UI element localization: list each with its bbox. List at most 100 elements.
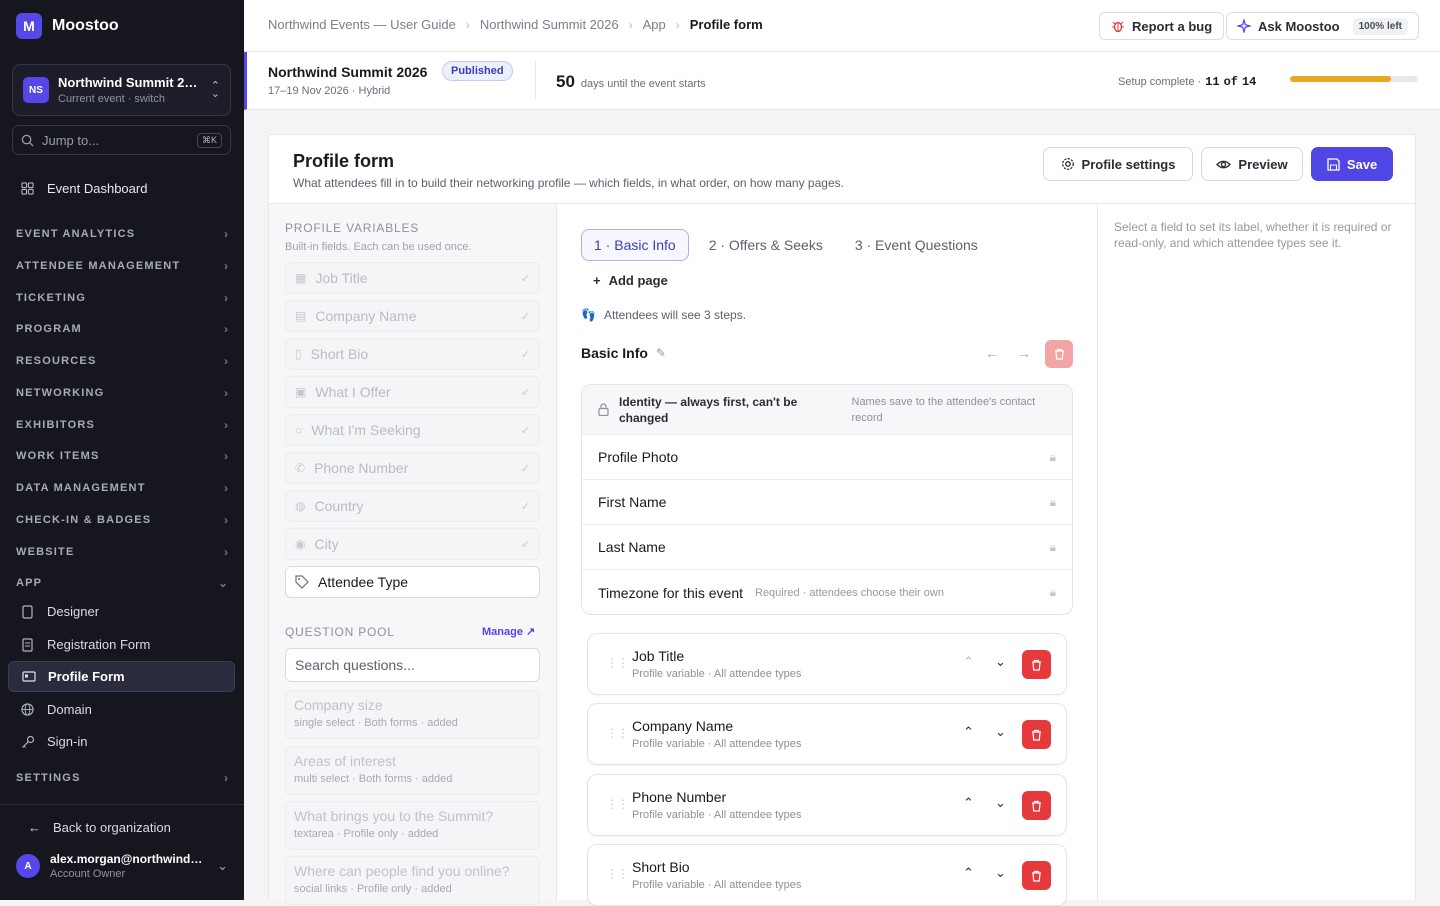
field-library-panel: PROFILE VARIABLES Built-in fields. Each … <box>269 204 557 905</box>
tab-event-questions[interactable]: 3 · Event Questions <box>843 229 990 261</box>
jump-to-input[interactable]: Jump to... ⌘K <box>12 125 231 155</box>
nav-event-dashboard[interactable]: Event Dashboard <box>20 181 147 196</box>
check-icon: ✓ <box>520 538 530 551</box>
move-down-button[interactable]: ⌄ <box>995 654 1006 670</box>
question-search-input[interactable]: Search questions... <box>285 648 540 682</box>
identity-row-label: First Name <box>598 494 667 510</box>
nav-section-exhibitors[interactable]: EXHIBITORS › <box>16 418 228 432</box>
nav-item-registration-form[interactable]: Registration Form <box>8 629 235 660</box>
id-card-icon <box>21 671 36 682</box>
days-count: 50 <box>556 72 575 91</box>
question-title: What brings you to the Summit? <box>294 808 494 824</box>
divider <box>535 61 536 99</box>
event-avatar: NS <box>23 77 49 103</box>
field-card[interactable]: ⋮⋮ Job Title Profile variable · All atte… <box>587 633 1067 695</box>
back-to-organization[interactable]: ← Back to organization <box>28 820 171 835</box>
field-title: Phone Number <box>632 789 727 805</box>
save-button[interactable]: Save <box>1311 147 1393 181</box>
pencil-icon[interactable]: ✎ <box>656 346 666 360</box>
move-up-button[interactable]: ⌃ <box>963 724 974 740</box>
page-name: Basic Info ✎ <box>581 345 666 361</box>
add-page-button[interactable]: + Add page <box>593 273 668 288</box>
event-switcher[interactable]: NS Northwind Summit 2… Current event · s… <box>12 64 231 116</box>
nav-section-event-analytics[interactable]: EVENT ANALYTICS › <box>16 227 228 241</box>
nav-section-networking[interactable]: NETWORKING › <box>16 386 228 400</box>
user-email: alex.morgan@northwind… <box>50 852 203 866</box>
ask-moostoo-button[interactable]: Ask Moostoo 100% left <box>1226 12 1419 40</box>
tab-basic-info[interactable]: 1 · Basic Info <box>581 229 689 261</box>
preview-button[interactable]: Preview <box>1201 147 1303 181</box>
tab-offers-seeks[interactable]: 2 · Offers & Seeks <box>697 229 835 261</box>
countdown: 50 days until the event starts <box>556 72 706 92</box>
section-label: WEBSITE <box>16 546 75 558</box>
field-card[interactable]: ⋮⋮ Company Name Profile variable · All a… <box>587 703 1067 765</box>
move-up-button[interactable]: ⌃ <box>963 654 974 670</box>
move-down-button[interactable]: ⌄ <box>995 724 1006 740</box>
delete-field-button[interactable] <box>1022 861 1051 890</box>
gift-icon: ▣ <box>295 385 307 399</box>
nav-section-program[interactable]: PROGRAM › <box>16 322 228 336</box>
days-label: days until the event starts <box>580 78 706 90</box>
nav-section-app[interactable]: APP ⌄ <box>16 576 228 590</box>
move-page-right-button[interactable]: → <box>1017 345 1031 361</box>
move-up-button[interactable]: ⌃ <box>963 795 974 811</box>
lock-icon <box>598 403 609 416</box>
chevron-right-icon: › <box>224 291 228 305</box>
nav-item-designer[interactable]: Designer <box>8 596 235 627</box>
breadcrumb-item[interactable]: Northwind Events — User Guide <box>268 17 456 32</box>
field-card[interactable]: ⋮⋮ Short Bio Profile variable · All atte… <box>587 844 1067 906</box>
footsteps-icon: 👣 <box>581 308 596 322</box>
profile-variable-item: ○ What I'm Seeking ✓ <box>285 414 540 446</box>
nav-section-data-management[interactable]: DATA MANAGEMENT › <box>16 481 228 495</box>
question-pool-item: What brings you to the Summit? textarea ·… <box>285 801 540 850</box>
move-down-button[interactable]: ⌄ <box>995 865 1006 881</box>
nav-section-check-in-badges[interactable]: CHECK-IN & BADGES › <box>16 513 228 527</box>
move-down-button[interactable]: ⌄ <box>995 795 1006 811</box>
variable-label: Attendee Type <box>318 574 409 590</box>
delete-field-button[interactable] <box>1022 720 1051 749</box>
nav-section-website[interactable]: WEBSITE › <box>16 545 228 559</box>
identity-row-label: Timezone for this event <box>598 584 743 601</box>
steps-note-text: Attendees will see 3 steps. <box>603 308 747 322</box>
nav-item-domain[interactable]: Domain <box>8 694 235 725</box>
logo-mark: M <box>16 13 42 39</box>
nav-item-profile-form[interactable]: Profile Form <box>8 661 235 692</box>
drag-handle-icon[interactable]: ⋮⋮ <box>606 797 629 811</box>
section-label: EVENT ANALYTICS <box>16 228 136 240</box>
nav-dashboard-label: Event Dashboard <box>47 181 148 196</box>
nav-section-attendee-management[interactable]: ATTENDEE MANAGEMENT › <box>16 259 228 273</box>
move-page-left-button[interactable]: ← <box>985 345 999 361</box>
report-bug-button[interactable]: Report a bug <box>1099 12 1225 40</box>
profile-settings-button[interactable]: Profile settings <box>1043 147 1193 181</box>
delete-field-button[interactable] <box>1022 791 1051 820</box>
field-meta: Profile variable · All attendee types <box>632 738 802 750</box>
variable-label: Company Name <box>315 308 417 324</box>
move-up-button[interactable]: ⌃ <box>963 865 974 881</box>
nav-item-sign-in[interactable]: Sign-in <box>8 726 235 757</box>
app-logo[interactable]: M Moostoo <box>16 13 119 39</box>
phone-device-icon <box>20 604 35 619</box>
user-menu[interactable]: A alex.morgan@northwind… Account Owner ⌄ <box>16 852 228 880</box>
nav-section-work-items[interactable]: WORK ITEMS › <box>16 449 228 463</box>
breadcrumb-item[interactable]: App <box>643 17 666 32</box>
identity-row-label: Profile Photo <box>598 449 679 465</box>
drag-handle-icon[interactable]: ⋮⋮ <box>606 656 629 670</box>
nav-section-resources[interactable]: RESOURCES › <box>16 354 228 368</box>
page-subtitle: What attendees fill in to build their ne… <box>293 176 844 190</box>
profile-variable-item-attendee-type[interactable]: Attendee Type <box>285 566 540 598</box>
field-card[interactable]: ⋮⋮ Phone Number Profile variable · All a… <box>587 774 1067 836</box>
bug-icon <box>1111 19 1125 33</box>
trash-icon <box>1031 729 1042 741</box>
nav-section-ticketing[interactable]: TICKETING › <box>16 291 228 305</box>
delete-field-button[interactable] <box>1022 650 1051 679</box>
user-role: Account Owner <box>50 868 126 880</box>
manage-link[interactable]: Manage ↗ <box>482 625 535 638</box>
nav-item-label: Registration Form <box>47 637 151 652</box>
drag-handle-icon[interactable]: ⋮⋮ <box>606 726 629 740</box>
breadcrumb-item[interactable]: Northwind Summit 2026 <box>480 17 619 32</box>
delete-page-button[interactable] <box>1045 340 1073 368</box>
nav-section-settings[interactable]: SETTINGS › <box>16 771 228 785</box>
phone-icon: ✆ <box>295 461 306 475</box>
lock-icon: 🔒︎ <box>1049 494 1056 509</box>
drag-handle-icon[interactable]: ⋮⋮ <box>606 867 629 881</box>
